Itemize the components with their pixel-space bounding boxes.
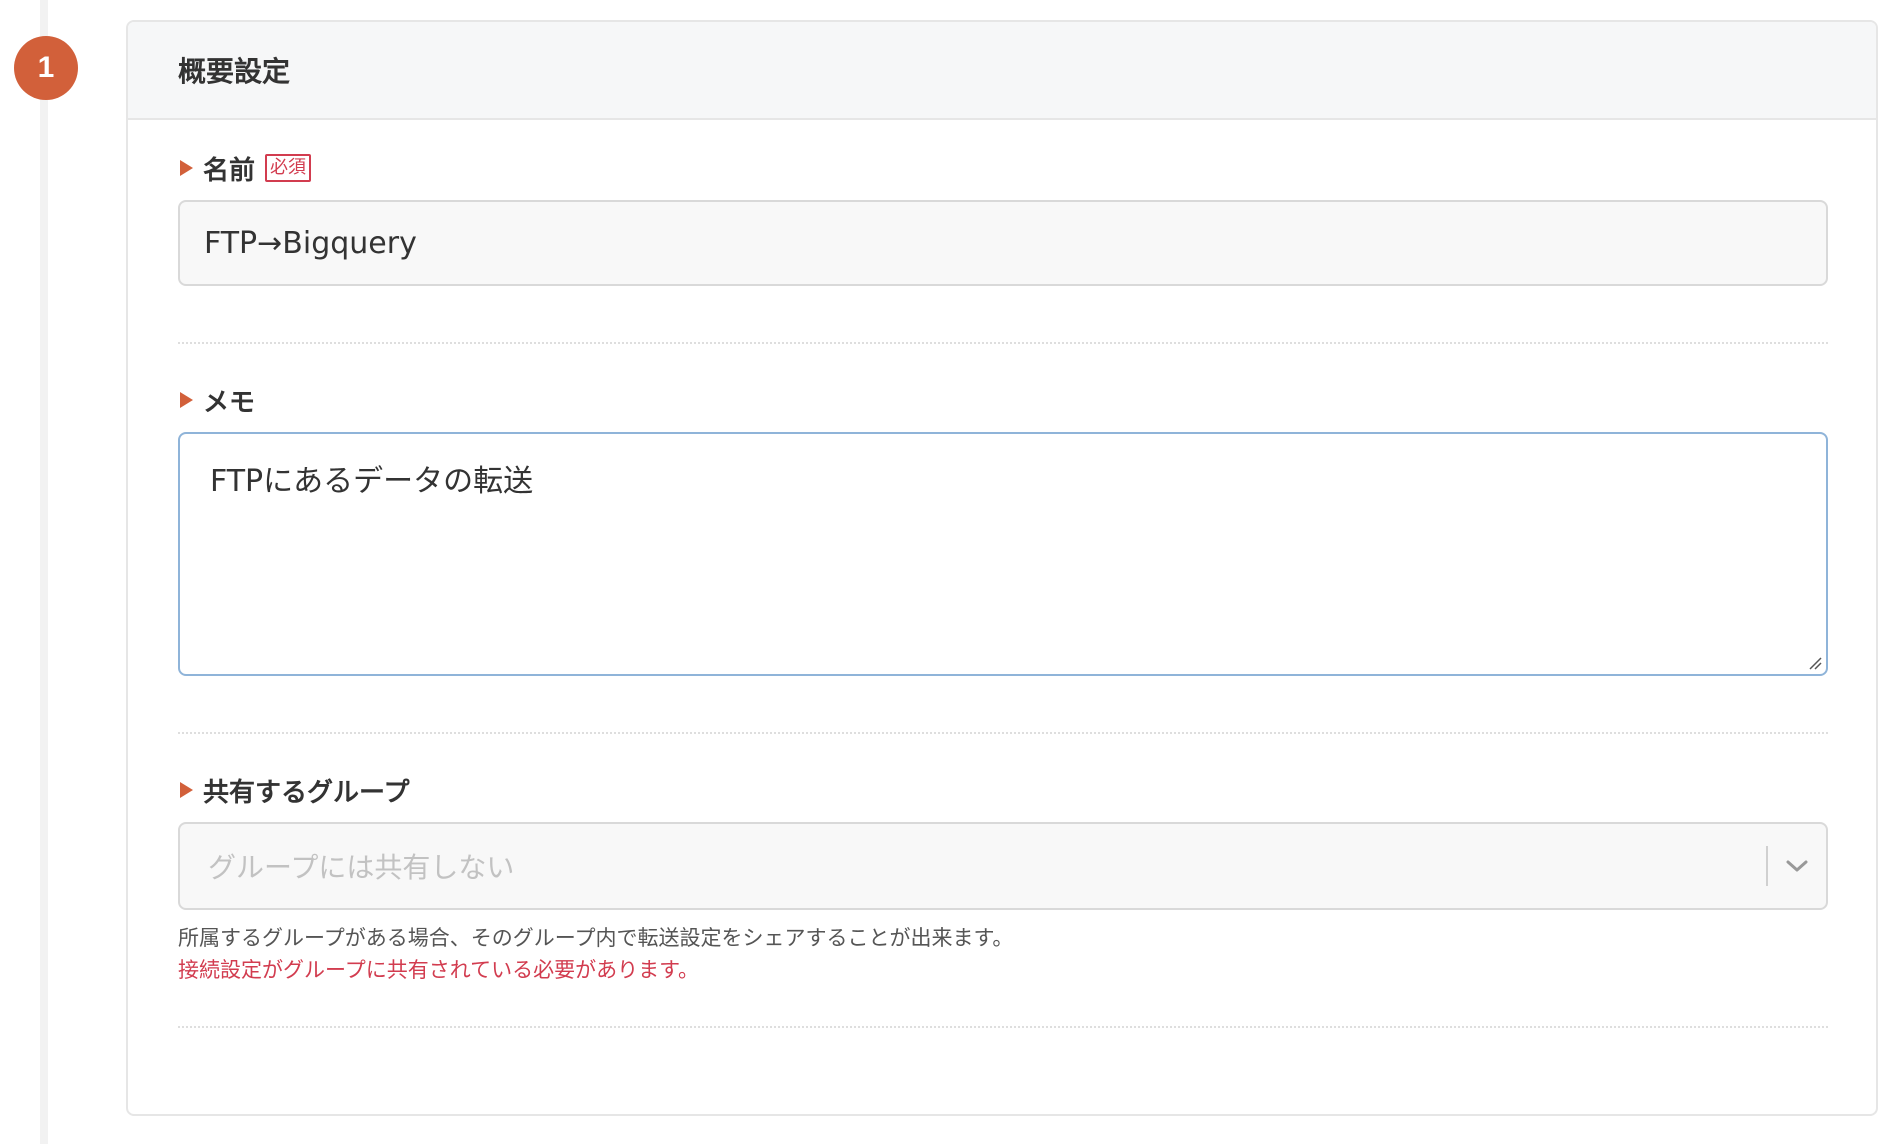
settings-card: 概要設定 名前 必須 FTP→Bigquery メモ FTPにあるデータの転送 … — [126, 20, 1878, 1116]
group-help-text: 所属するグループがある場合、そのグループ内で転送設定をシェアすることが出来ます。 — [178, 926, 1014, 950]
group-label-row: 共有するグループ — [178, 772, 1828, 808]
memo-textarea[interactable]: FTPにあるデータの転送 — [178, 432, 1828, 676]
memo-label-row: メモ — [178, 382, 1828, 418]
divider — [178, 1026, 1828, 1028]
group-label: 共有するグループ — [203, 777, 410, 808]
name-field-group: 名前 必須 FTP→Bigquery — [178, 120, 1828, 286]
group-warning-text: 接続設定がグループに共有されている必要があります。 — [178, 958, 700, 982]
group-select[interactable]: グループには共有しない — [178, 822, 1828, 910]
chevron-down-icon[interactable] — [1768, 823, 1826, 909]
resize-handle-icon[interactable] — [1808, 656, 1822, 670]
section-title: 概要設定 — [178, 55, 291, 88]
name-label-row: 名前 必須 — [178, 150, 1828, 186]
triangle-right-icon — [180, 160, 193, 176]
page: 1 概要設定 名前 必須 FTP→Bigquery メモ FTPにあるデータの転… — [0, 0, 1896, 1144]
memo-label: メモ — [203, 387, 256, 418]
triangle-right-icon — [180, 392, 193, 408]
name-input[interactable]: FTP→Bigquery — [178, 200, 1828, 286]
required-badge: 必須 — [265, 154, 312, 182]
step-number-badge: 1 — [14, 36, 78, 100]
triangle-right-icon — [180, 782, 193, 798]
group-select-placeholder: グループには共有しない — [208, 851, 515, 884]
memo-text: FTPにあるデータの転送 — [210, 464, 534, 499]
name-label: 名前 — [203, 155, 256, 186]
memo-field-group: メモ FTPにあるデータの転送 — [178, 344, 1828, 676]
card-body: 名前 必須 FTP→Bigquery メモ FTPにあるデータの転送 共有するグ… — [128, 120, 1876, 1028]
group-field-group: 共有するグループ グループには共有しない 所属するグループがある場合、そのグルー… — [178, 734, 1828, 986]
timeline-line — [40, 0, 48, 1144]
card-header: 概要設定 — [128, 22, 1876, 120]
